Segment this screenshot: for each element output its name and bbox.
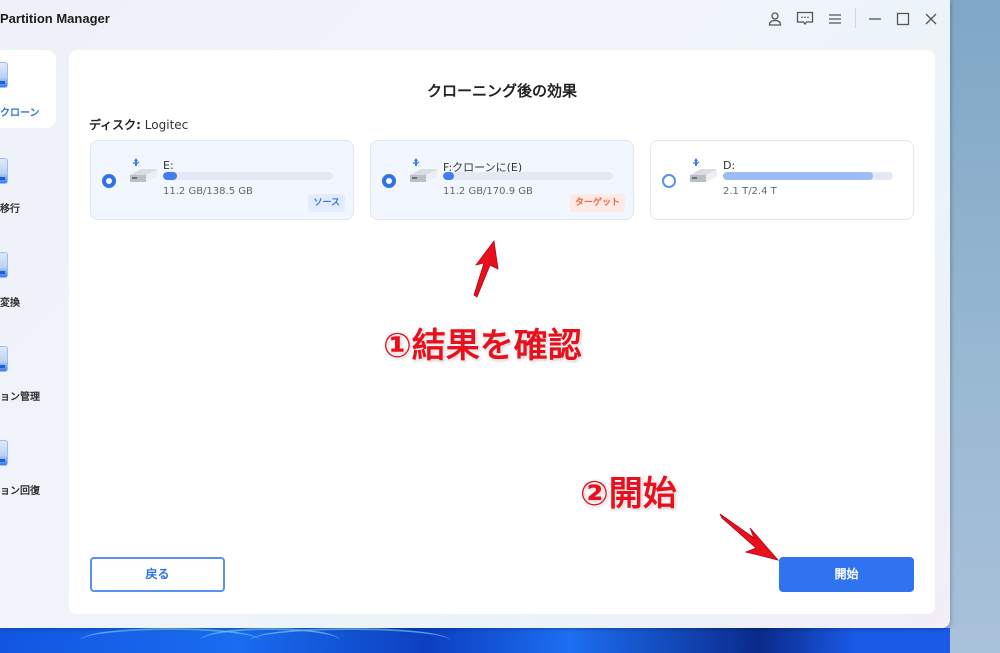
start-button[interactable]: 開始 <box>779 557 914 592</box>
maximize-icon[interactable] <box>893 9 913 29</box>
disk-label: ディスク: Logitec <box>89 116 188 133</box>
titlebar-separator <box>855 8 856 28</box>
drive-size: 2.1 T/2.4 T <box>723 186 777 197</box>
user-icon[interactable] <box>765 9 785 29</box>
app-title: Partition Manager <box>0 11 110 26</box>
annotation-step1: ①結果を確認 <box>383 326 582 366</box>
usb-drive-icon <box>690 158 717 182</box>
annotation-arrow-down-icon <box>719 513 780 561</box>
desktop-wallpaper <box>0 628 950 653</box>
chat-icon[interactable] <box>795 9 815 29</box>
radio-button[interactable] <box>382 174 396 188</box>
drive-name: E: <box>163 159 174 172</box>
usb-drive-icon <box>410 158 437 182</box>
sidebar: クローン 移行 変換 ョン管理 ョン回復 <box>0 50 60 570</box>
menu-icon[interactable] <box>825 9 845 29</box>
sidebar-item-partition-recovery[interactable]: ョン回復 <box>0 428 56 506</box>
sidebar-item-partition-manage[interactable]: ョン管理 <box>0 334 56 412</box>
target-badge: ターゲット <box>569 194 625 212</box>
partition-recovery-icon <box>0 440 8 466</box>
sidebar-item-label: 移行 <box>0 204 20 215</box>
usage-bar-fill <box>443 172 455 180</box>
page-title: クローニング後の効果 <box>426 82 577 100</box>
disk-label-key: ディスク: <box>89 118 141 132</box>
drive-size: 11.2 GB/170.9 GB <box>443 186 533 197</box>
disk-card-other[interactable]: D: 2.1 T/2.4 T <box>650 140 914 220</box>
usage-bar-fill <box>723 172 873 180</box>
disk-label-value: Logitec <box>144 118 189 132</box>
sidebar-item-label: 変換 <box>0 298 20 309</box>
usage-bar <box>443 172 613 180</box>
minimize-icon[interactable] <box>865 9 885 29</box>
annotation-step2: ②開始 <box>580 474 677 514</box>
sidebar-item-migrate[interactable]: 移行 <box>0 146 56 224</box>
disk-clone-icon <box>0 62 8 88</box>
radio-button[interactable] <box>102 174 116 188</box>
disk-card-target[interactable]: F:クローンに(E) 11.2 GB/170.9 GB ターゲット <box>370 140 634 220</box>
sidebar-item-label: ョン管理 <box>0 392 40 403</box>
sidebar-item-label: ョン回復 <box>0 486 40 497</box>
source-badge: ソース <box>308 194 345 212</box>
disk-migrate-icon <box>0 158 8 184</box>
usb-drive-icon <box>130 158 157 182</box>
annotation-arrow-up-icon <box>473 239 499 298</box>
usage-bar <box>723 172 893 180</box>
disk-convert-icon <box>0 252 8 278</box>
drive-name: D: <box>723 159 736 172</box>
drive-size: 11.2 GB/138.5 GB <box>163 186 253 197</box>
sidebar-item-label: クローン <box>0 108 40 119</box>
app-window: Partition Manager クローン 移行 変換 ョン管理 ョン回復 ク… <box>0 0 950 628</box>
back-button[interactable]: 戻る <box>90 557 225 592</box>
usage-bar <box>163 172 333 180</box>
usage-bar-fill <box>163 172 177 180</box>
sidebar-item-convert[interactable]: 変換 <box>0 240 56 318</box>
disk-card-source[interactable]: E: 11.2 GB/138.5 GB ソース <box>90 140 354 220</box>
close-icon[interactable] <box>921 9 941 29</box>
radio-button[interactable] <box>662 174 676 188</box>
partition-manage-icon <box>0 346 8 372</box>
sidebar-item-clone[interactable]: クローン <box>0 50 56 128</box>
title-bar: Partition Manager <box>0 0 950 40</box>
